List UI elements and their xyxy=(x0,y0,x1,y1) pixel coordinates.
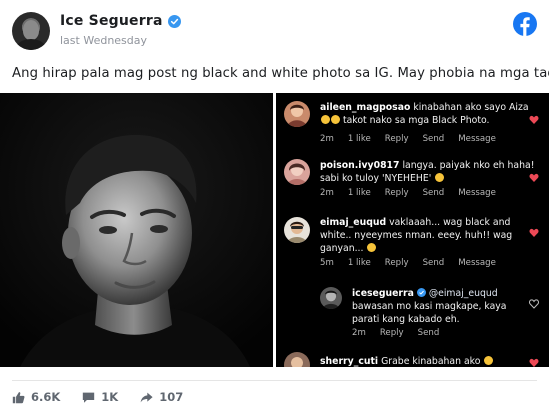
heart-outline-icon[interactable] xyxy=(529,299,539,309)
shares-count-button[interactable]: 107 xyxy=(140,390,183,404)
reply-link[interactable]: Reply xyxy=(380,328,404,338)
likes-count-button[interactable]: 6.6K xyxy=(12,390,60,404)
comment-meta: 5m 1 like Reply Send Message xyxy=(320,258,496,268)
author-name[interactable]: Ice Seguerra xyxy=(60,13,163,29)
send-link[interactable]: Send xyxy=(423,258,445,268)
send-link[interactable]: Send xyxy=(423,188,445,198)
post-photo[interactable] xyxy=(0,93,273,367)
author-avatar[interactable] xyxy=(12,12,50,50)
portrait-image xyxy=(0,93,273,367)
comment-likes-count[interactable]: 1 like xyxy=(348,134,371,144)
grinning-emoji-icon xyxy=(435,173,445,182)
like-thumb-icon xyxy=(12,391,25,403)
comments-count-button[interactable]: 1K xyxy=(82,390,118,404)
commenter-avatar[interactable] xyxy=(284,101,310,127)
reply-username[interactable]: iceseguerra xyxy=(352,288,414,299)
comment-age: 5m xyxy=(320,258,334,268)
post-text: Ang hirap pala mag post ng black and whi… xyxy=(12,66,549,81)
laughing-emoji-icon xyxy=(331,115,340,124)
flushed-emoji-icon xyxy=(367,243,377,252)
comment-likes-count[interactable]: 1 like xyxy=(348,258,371,268)
reply-mention[interactable]: @eimaj_euqud xyxy=(429,288,498,299)
comment-body: aileen_magposao kinabahan ako sayo Aiza … xyxy=(320,101,540,127)
comment-line: langya. paiyak nko eh haha! xyxy=(402,160,535,171)
post-divider xyxy=(12,380,537,381)
comment-line: sabi ko tuloy 'NYEHEHE' xyxy=(320,173,432,184)
heart-icon[interactable] xyxy=(529,228,539,238)
comment-body: sherry_cuti Grabe kinabahan ako xyxy=(320,355,540,367)
verified-badge-icon xyxy=(416,288,426,297)
share-arrow-icon xyxy=(140,392,153,402)
reactions-bar: 6.6K 1K 107 xyxy=(12,390,183,404)
comments-screenshot: aileen_magposao kinabahan ako sayo Aiza … xyxy=(276,93,549,367)
reply-line: bawasan mo kasi magkape, kaya xyxy=(352,301,507,312)
reply-meta: 2m Reply Send xyxy=(352,328,439,338)
post-timestamp[interactable]: last Wednesday xyxy=(60,34,147,47)
comment-line: ganyan... xyxy=(320,243,364,254)
shares-count: 107 xyxy=(159,390,184,404)
laughing-emoji-icon xyxy=(484,356,494,365)
comment-line: takot nako sa mga Black Photo. xyxy=(342,115,490,126)
avatar-shoulders xyxy=(16,39,46,50)
author-name-row: Ice Seguerra xyxy=(60,13,181,29)
reply-line: parati kang kabado eh. xyxy=(352,314,460,325)
commenter-avatar[interactable] xyxy=(284,352,310,367)
post-header: Ice Seguerra last Wednesday xyxy=(0,0,549,62)
comment-age: 2m xyxy=(320,188,334,198)
verified-badge-icon xyxy=(167,14,181,28)
heart-icon[interactable] xyxy=(529,115,539,125)
comment-body: eimaj_euqud vaklaaah... wag black and wh… xyxy=(320,216,540,255)
comment-bubble-icon xyxy=(83,392,95,403)
replier-avatar[interactable] xyxy=(320,287,342,309)
comment-username[interactable]: eimaj_euqud xyxy=(320,217,386,228)
send-link[interactable]: Send xyxy=(423,134,445,144)
message-link[interactable]: Message xyxy=(458,258,496,268)
comment-line: vaklaaah... wag black and xyxy=(389,217,511,228)
laughing-emoji-icon xyxy=(321,115,330,124)
comment-username[interactable]: sherry_cuti xyxy=(320,356,378,367)
comment-line: white.. nyeeymes nman. eeey. huh!! wag xyxy=(320,230,513,241)
message-link[interactable]: Message xyxy=(458,134,496,144)
commenter-avatar[interactable] xyxy=(284,217,310,243)
comment-line: Grabe kinabahan ako xyxy=(381,356,481,367)
reply-link[interactable]: Reply xyxy=(385,258,409,268)
comment-likes-count[interactable]: 1 like xyxy=(348,188,371,198)
send-link[interactable]: Send xyxy=(418,328,440,338)
heart-icon[interactable] xyxy=(529,358,539,367)
comment-body: poison.ivy0817 langya. paiyak nko eh hah… xyxy=(320,159,540,185)
comment-line: kinabahan ako sayo Aiza xyxy=(413,102,529,113)
comment-meta: 2m 1 like Reply Send Message xyxy=(320,134,496,144)
reply-link[interactable]: Reply xyxy=(385,134,409,144)
comment-age: 2m xyxy=(352,328,366,338)
comment-username[interactable]: aileen_magposao xyxy=(320,102,410,113)
comment-age: 2m xyxy=(320,134,334,144)
facebook-logo-icon[interactable] xyxy=(513,12,537,36)
avatar-face xyxy=(23,20,39,40)
reply-body: iceseguerra @eimaj_euqud bawasan mo kasi… xyxy=(352,287,542,326)
heart-icon[interactable] xyxy=(529,173,539,183)
comment-username[interactable]: poison.ivy0817 xyxy=(320,160,399,171)
reply-link[interactable]: Reply xyxy=(385,188,409,198)
comment-meta: 2m 1 like Reply Send Message xyxy=(320,188,496,198)
commenter-avatar[interactable] xyxy=(284,159,310,185)
likes-count: 6.6K xyxy=(31,390,61,404)
message-link[interactable]: Message xyxy=(458,188,496,198)
comments-count: 1K xyxy=(101,390,119,404)
